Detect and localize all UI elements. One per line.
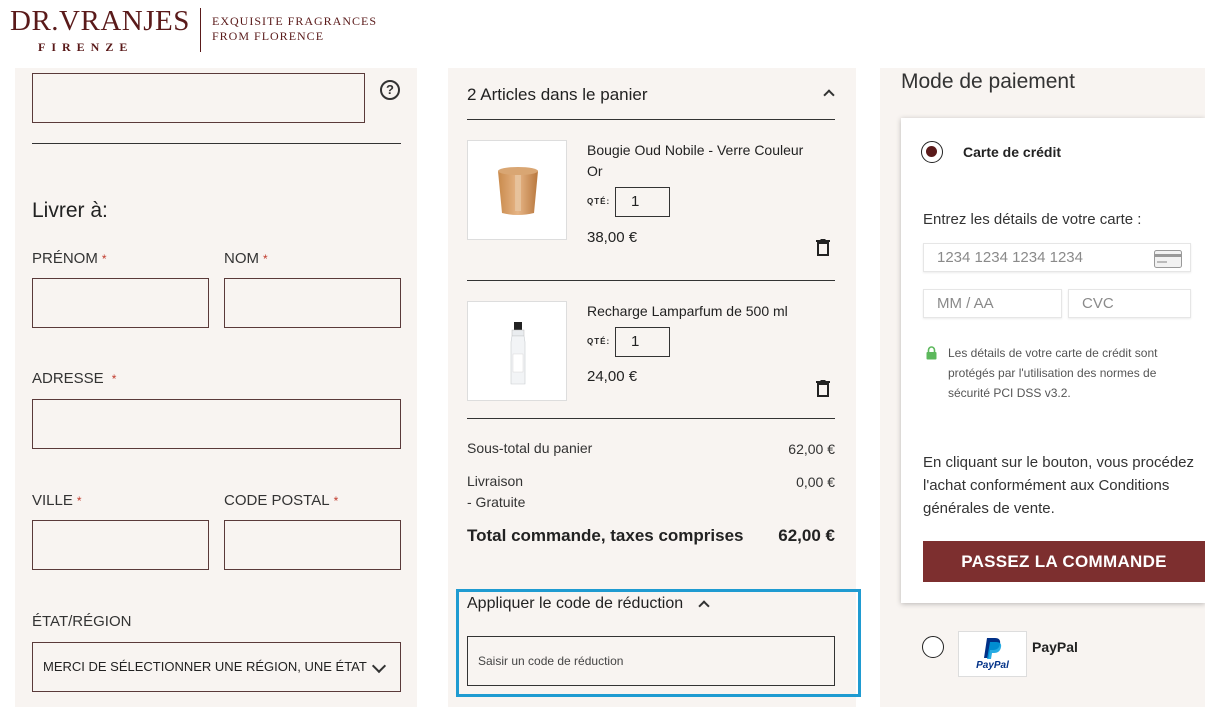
card-number-input[interactable]: 1234 1234 1234 1234 — [923, 243, 1191, 272]
city-label-text: VILLE — [32, 492, 73, 509]
paypal-icon — [984, 638, 1002, 659]
paypal-logo-text: PayPal — [976, 660, 1009, 671]
product-image-refill[interactable] — [467, 301, 567, 401]
city-input[interactable] — [32, 520, 209, 570]
logo-wordmark: DR.VRANJES — [10, 5, 190, 37]
card-option-label[interactable]: Carte de crédit — [963, 144, 1061, 160]
paypal-logo[interactable]: PayPal — [958, 631, 1027, 677]
divider — [467, 119, 835, 120]
first-name-label-text: PRÉNOM — [32, 250, 98, 267]
logo-subtitle: FIRENZE — [38, 40, 134, 54]
address-label: ADRESSE * — [32, 370, 116, 387]
product-price: 38,00 € — [587, 229, 638, 246]
first-name-label: PRÉNOM * — [32, 250, 107, 267]
region-selected-value: MERCI DE SÉLECTIONNER UNE RÉGION, UNE ÉT… — [43, 659, 367, 674]
bottle-icon — [510, 322, 526, 385]
terms-line: En cliquant sur le bouton, vous procédez — [923, 454, 1195, 471]
order-total-value: 62,00 € — [778, 526, 835, 545]
tagline-line-2: FROM FLORENCE — [212, 29, 325, 43]
required-mark: * — [111, 372, 117, 386]
required-mark: * — [333, 494, 339, 508]
last-name-input[interactable] — [224, 278, 401, 328]
shipping-value: 0,00 € — [796, 474, 835, 490]
help-icon[interactable]: ? — [380, 80, 400, 100]
credit-card-icon — [1154, 250, 1182, 268]
radio-selected-dot — [926, 146, 937, 157]
cvc-input[interactable]: CVC — [1068, 289, 1191, 318]
address-input[interactable] — [32, 399, 401, 449]
product-price: 24,00 € — [587, 368, 638, 385]
card-prompt: Entrez les détails de votre carte : — [923, 211, 1142, 228]
terms-notice: En cliquant sur le bouton, vous procédez… — [923, 451, 1205, 520]
product-name[interactable]: Recharge Lamparfum de 500 ml — [587, 301, 817, 322]
trash-icon[interactable] — [816, 380, 830, 397]
card-radio[interactable] — [921, 141, 943, 163]
security-note: Les détails de votre carte de crédit son… — [948, 346, 1158, 400]
required-mark: * — [101, 252, 107, 266]
ship-heading: Livrer à: — [32, 199, 108, 222]
logo-divider — [200, 8, 201, 52]
divider — [467, 418, 835, 419]
cart-title: 2 Articles dans le panier — [467, 85, 648, 104]
place-order-button[interactable]: PASSEZ LA COMMANDE — [923, 541, 1205, 582]
terms-line: l'achat conformément aux Conditions — [923, 477, 1170, 494]
divider — [32, 143, 401, 144]
last-name-label: NOM * — [224, 250, 268, 267]
promo-code-input[interactable]: Saisir un code de réduction — [467, 636, 835, 686]
address-label-text: ADRESSE — [32, 370, 104, 387]
postal-code-input[interactable] — [224, 520, 401, 570]
top-form-field[interactable] — [32, 73, 365, 123]
product-image-candle[interactable] — [467, 140, 567, 240]
chevron-down-icon — [371, 658, 387, 674]
card-number-placeholder: 1234 1234 1234 1234 — [937, 249, 1083, 266]
required-mark: * — [76, 494, 82, 508]
qty-label: QTÉ: — [587, 197, 611, 206]
last-name-label-text: NOM — [224, 250, 259, 267]
paypal-option-label[interactable]: PayPal — [1032, 639, 1078, 655]
first-name-input[interactable] — [32, 278, 209, 328]
region-select[interactable]: MERCI DE SÉLECTIONNER UNE RÉGION, UNE ÉT… — [32, 642, 401, 692]
city-label: VILLE * — [32, 492, 82, 509]
terms-line: générales de vente. — [923, 500, 1055, 517]
postal-code-label: CODE POSTAL * — [224, 492, 338, 509]
shipping-method: - Gratuite — [467, 494, 526, 510]
shipping-label: Livraison — [467, 473, 524, 489]
region-label: ÉTAT/RÉGION — [32, 613, 132, 630]
tagline-line-1: EXQUISITE FRAGRANCES — [212, 14, 378, 28]
brand-tagline: EXQUISITE FRAGRANCES FROM FLORENCE — [212, 14, 377, 44]
required-mark: * — [263, 252, 268, 266]
brand-logo[interactable]: DR.VRANJES FIRENZE — [10, 6, 190, 55]
qty-input[interactable]: 1 — [615, 187, 670, 217]
paypal-radio[interactable] — [922, 636, 944, 658]
candle-icon — [498, 167, 538, 215]
expiry-input[interactable]: MM / AA — [923, 289, 1062, 318]
trash-icon[interactable] — [816, 239, 830, 256]
order-total-label: Total commande, taxes comprises — [467, 526, 744, 545]
subtotal-label: Sous-total du panier — [467, 440, 593, 456]
payment-title: Mode de paiement — [901, 70, 1075, 93]
qty-label: QTÉ: — [587, 337, 611, 346]
shipping-panel — [15, 68, 417, 707]
promo-toggle[interactable]: Appliquer le code de réduction — [467, 595, 683, 613]
qty-input[interactable]: 1 — [615, 327, 670, 357]
subtotal-value: 62,00 € — [788, 441, 835, 457]
product-name[interactable]: Bougie Oud Nobile - Verre Couleur Or — [587, 140, 817, 182]
divider — [467, 280, 835, 281]
lock-icon — [926, 346, 937, 360]
postal-code-label-text: CODE POSTAL — [224, 492, 330, 509]
